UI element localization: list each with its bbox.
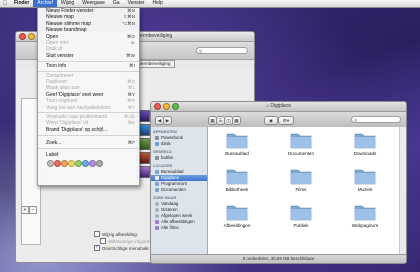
folder-icon bbox=[290, 133, 312, 149]
sidebar-heading-shared: GEDEELD bbox=[153, 149, 172, 154]
apple-menu-icon[interactable]:  bbox=[0, 1, 10, 7]
archief-menu: Nieuw Finder-venster ⌘N Nieuwe map ⇧⌘N Nie… bbox=[37, 7, 140, 186]
finder-window-title: ⌂ Digiplace bbox=[266, 103, 291, 109]
vertical-scrollbar[interactable] bbox=[399, 127, 406, 255]
pref-window-title: ermbeveiliging bbox=[140, 33, 173, 39]
change-picture-checkbox[interactable]: Wijzig afbeelding: bbox=[94, 231, 138, 237]
search-icon: ⚲ bbox=[199, 49, 203, 54]
finder-toolbar: ◀ ▶ ▦ ☰ ◫ ▩ ◉ ⚙▾ ⚲ bbox=[151, 112, 406, 128]
finder-status-bar: 9 onderdelen, 30,59 GB beschikbaar bbox=[151, 254, 406, 263]
folder-icon bbox=[226, 205, 248, 221]
close-window-button[interactable] bbox=[19, 33, 26, 40]
sidebar-item-alle-films[interactable]: Alle films bbox=[151, 225, 207, 231]
menu-ga[interactable]: Ga bbox=[109, 0, 124, 7]
menu-separator bbox=[38, 112, 139, 113]
documents-icon bbox=[155, 188, 159, 192]
label-color-swatch[interactable] bbox=[89, 160, 96, 167]
menu-separator bbox=[38, 134, 139, 136]
menu-archief[interactable]: Archief bbox=[33, 0, 57, 7]
sidebar-heading-devices: APPARATEN bbox=[153, 129, 177, 134]
menu-item-add-to-sidebar: Voeg toe aan navigatiekolom ⌘T bbox=[46, 104, 135, 111]
folder-webpaginas[interactable]: Webpagina's bbox=[341, 203, 389, 237]
laptop-icon bbox=[155, 136, 159, 140]
menu-separator bbox=[38, 60, 139, 62]
folder-icon bbox=[354, 133, 376, 149]
menu-item-burn-to-disc[interactable]: Brand 'Digiplace' op schijf... bbox=[38, 127, 139, 133]
change-picture-label: Wijzig afbeelding: bbox=[102, 231, 139, 237]
folder-icon bbox=[290, 169, 312, 185]
folder-bureaublad[interactable]: Bureaublad bbox=[213, 131, 261, 165]
finder-titlebar: ⌂ Digiplace bbox=[151, 102, 406, 112]
search-icon: ⚲ bbox=[354, 118, 358, 123]
label-color-swatch[interactable] bbox=[96, 160, 103, 167]
folder-icon bbox=[354, 205, 376, 221]
coverflow-view-button[interactable]: ▩ bbox=[232, 116, 241, 125]
label-none-swatch[interactable] bbox=[47, 160, 54, 167]
label-color-swatch[interactable] bbox=[54, 160, 61, 167]
clock-icon bbox=[155, 214, 159, 218]
menu-separator bbox=[38, 70, 139, 72]
idisk-icon bbox=[155, 142, 159, 146]
label-color-swatch[interactable] bbox=[68, 160, 75, 167]
random-order-checkbox[interactable]: Willekeurige volgorde bbox=[100, 238, 152, 244]
finder-search-input[interactable]: ⚲ bbox=[351, 116, 401, 123]
quicklook-eye-icon[interactable]: ◉ bbox=[264, 116, 278, 125]
checkbox[interactable] bbox=[94, 231, 100, 237]
finder-content: Bureaublad Documenten Downloads Biblioth… bbox=[208, 127, 400, 255]
menu-separator bbox=[38, 148, 139, 149]
add-button[interactable]: + bbox=[21, 206, 29, 214]
checkbox[interactable] bbox=[100, 238, 106, 244]
translucent-menubar-checkbox[interactable]: Doorzichtige menubalk bbox=[94, 244, 149, 251]
menu-wijzig[interactable]: Wijzig bbox=[57, 0, 78, 7]
pref-search-input[interactable]: ⚲ bbox=[196, 47, 248, 54]
folder-afbeeldingen[interactable]: Afbeeldingen bbox=[213, 203, 261, 237]
sidebar-heading-places: LOCATIES bbox=[153, 163, 173, 168]
label-color-swatch[interactable] bbox=[82, 160, 89, 167]
folder-icon bbox=[226, 169, 248, 185]
action-gear-icon[interactable]: ⚙▾ bbox=[278, 116, 294, 125]
menu-bar:  Finder Archief Wijzig Weergave Ga Vens… bbox=[0, 0, 420, 8]
random-order-label: Willekeurige volgorde bbox=[108, 238, 152, 244]
label-color-swatch[interactable] bbox=[61, 160, 68, 167]
menu-venster[interactable]: Venster bbox=[124, 0, 149, 7]
menu-weergave[interactable]: Weergave bbox=[78, 0, 109, 7]
home-icon bbox=[155, 176, 159, 180]
clock-icon bbox=[155, 202, 159, 206]
remove-button[interactable]: − bbox=[29, 206, 37, 214]
folder-icon bbox=[354, 169, 376, 185]
finder-window: ⌂ Digiplace ◀ ▶ ▦ ☰ ◫ ▩ ◉ ⚙▾ ⚲ APPARATEN… bbox=[150, 101, 407, 264]
menu-item-label: Label: bbox=[46, 152, 60, 158]
folder-icon bbox=[226, 133, 248, 149]
label-color-swatch[interactable] bbox=[75, 160, 82, 167]
clock-icon bbox=[155, 208, 159, 212]
folder-films[interactable]: Films bbox=[277, 167, 325, 201]
network-icon bbox=[155, 156, 159, 160]
menu-item-get-info[interactable]: Toon info ⌘I bbox=[38, 63, 139, 69]
menu-item-close-window[interactable]: Sluit venster ⌘W bbox=[38, 53, 139, 59]
folder-bibliotheek[interactable]: Bibliotheek bbox=[213, 167, 261, 201]
apps-icon bbox=[155, 182, 159, 186]
folder-icon bbox=[290, 205, 312, 221]
translucent-menubar-label: Doorzichtige menubalk bbox=[102, 245, 149, 251]
smart-folder-icon bbox=[155, 226, 159, 230]
minimize-window-button[interactable] bbox=[28, 33, 35, 40]
folder-publiek[interactable]: Publiek bbox=[277, 203, 325, 237]
menu-help[interactable]: Help bbox=[149, 0, 167, 7]
folder-muziek[interactable]: Muziek bbox=[341, 167, 389, 201]
checkbox-checked[interactable] bbox=[94, 244, 100, 251]
smart-folder-icon bbox=[155, 220, 159, 224]
folder-downloads[interactable]: Downloads bbox=[341, 131, 389, 165]
home-icon: ⌂ bbox=[266, 103, 270, 109]
finder-sidebar: APPARATEN Powerbook iDisk GEDEELD bubbs … bbox=[151, 127, 208, 255]
menu-item-find[interactable]: Zoek... ⌘F bbox=[38, 140, 139, 146]
desktop-icon bbox=[155, 170, 159, 174]
folder-documenten[interactable]: Documenten bbox=[277, 131, 325, 165]
forward-button[interactable]: ▶ bbox=[163, 116, 172, 125]
sidebar-heading-search: ZOEK NAAR bbox=[153, 195, 177, 200]
menu-finder[interactable]: Finder bbox=[10, 0, 33, 7]
